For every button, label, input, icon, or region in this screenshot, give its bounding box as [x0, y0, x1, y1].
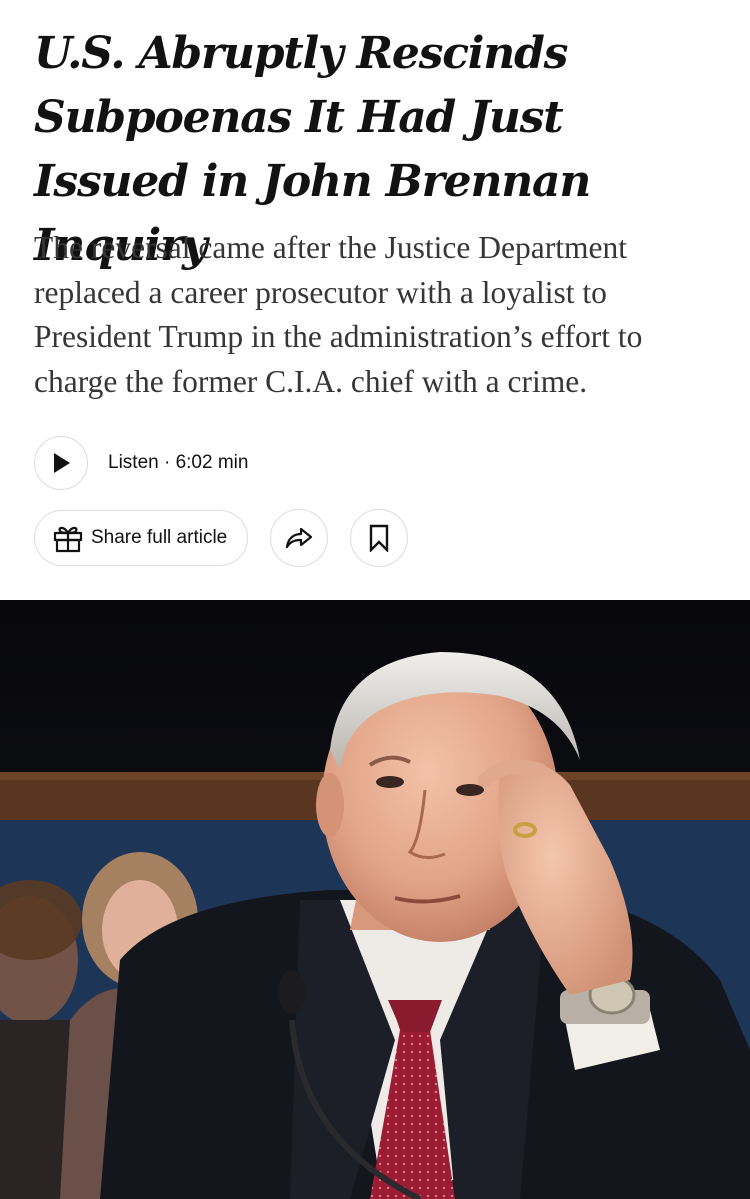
- article-summary: The reversal came after the Justice Depa…: [34, 230, 643, 399]
- audio-player: Listen · 6:02 min: [34, 434, 248, 492]
- share-full-article-button[interactable]: Share full article: [34, 510, 248, 566]
- article-photo: [0, 600, 750, 1199]
- play-button[interactable]: [34, 436, 88, 490]
- article-header: U.S. Abruptly Rescinds Subpoenas It Had …: [0, 0, 750, 600]
- play-icon: [54, 453, 70, 473]
- bookmark-icon: [369, 524, 389, 552]
- article-actions: Share full article: [34, 508, 408, 568]
- listen-duration-label: Listen · 6:02 min: [108, 452, 249, 473]
- gift-icon: [51, 521, 85, 555]
- save-button[interactable]: [350, 509, 408, 567]
- share-button[interactable]: [270, 509, 328, 567]
- share-arrow-icon: [285, 527, 313, 549]
- share-full-article-label: Share full article: [91, 527, 228, 548]
